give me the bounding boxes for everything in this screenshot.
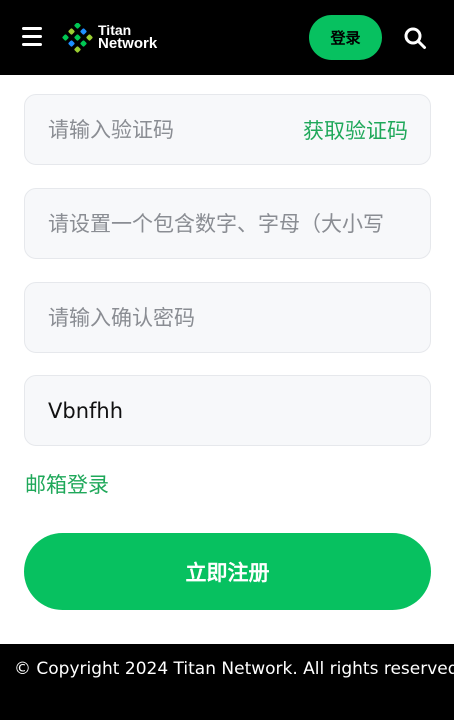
hamburger-menu-icon[interactable] <box>22 27 44 47</box>
titan-logo-mark-icon <box>62 23 93 53</box>
footer: © Copyright 2024 Titan Network. All righ… <box>0 644 454 720</box>
invite-code-field <box>24 375 431 446</box>
login-button[interactable]: 登录 <box>309 15 382 60</box>
verification-code-input[interactable] <box>48 117 258 142</box>
logo-line-2: Network <box>98 35 158 52</box>
copyright-text: © Copyright 2024 Titan Network. All righ… <box>14 659 454 679</box>
email-login-link[interactable]: 邮箱登录 <box>25 469 109 499</box>
verification-code-field: 获取验证码 <box>24 94 431 165</box>
get-code-button[interactable]: 获取验证码 <box>303 115 408 145</box>
confirm-password-input[interactable] <box>48 305 408 330</box>
search-icon[interactable] <box>403 26 427 50</box>
password-field <box>24 188 431 259</box>
password-input[interactable] <box>48 211 408 236</box>
logo-wordmark: Titan Network <box>98 23 157 51</box>
titan-network-logo[interactable]: Titan Network <box>60 23 170 55</box>
confirm-password-field <box>24 282 431 353</box>
invite-code-input[interactable] <box>48 398 408 423</box>
top-nav-bar: Titan Network 登录 <box>0 0 454 75</box>
register-button[interactable]: 立即注册 <box>24 533 431 610</box>
